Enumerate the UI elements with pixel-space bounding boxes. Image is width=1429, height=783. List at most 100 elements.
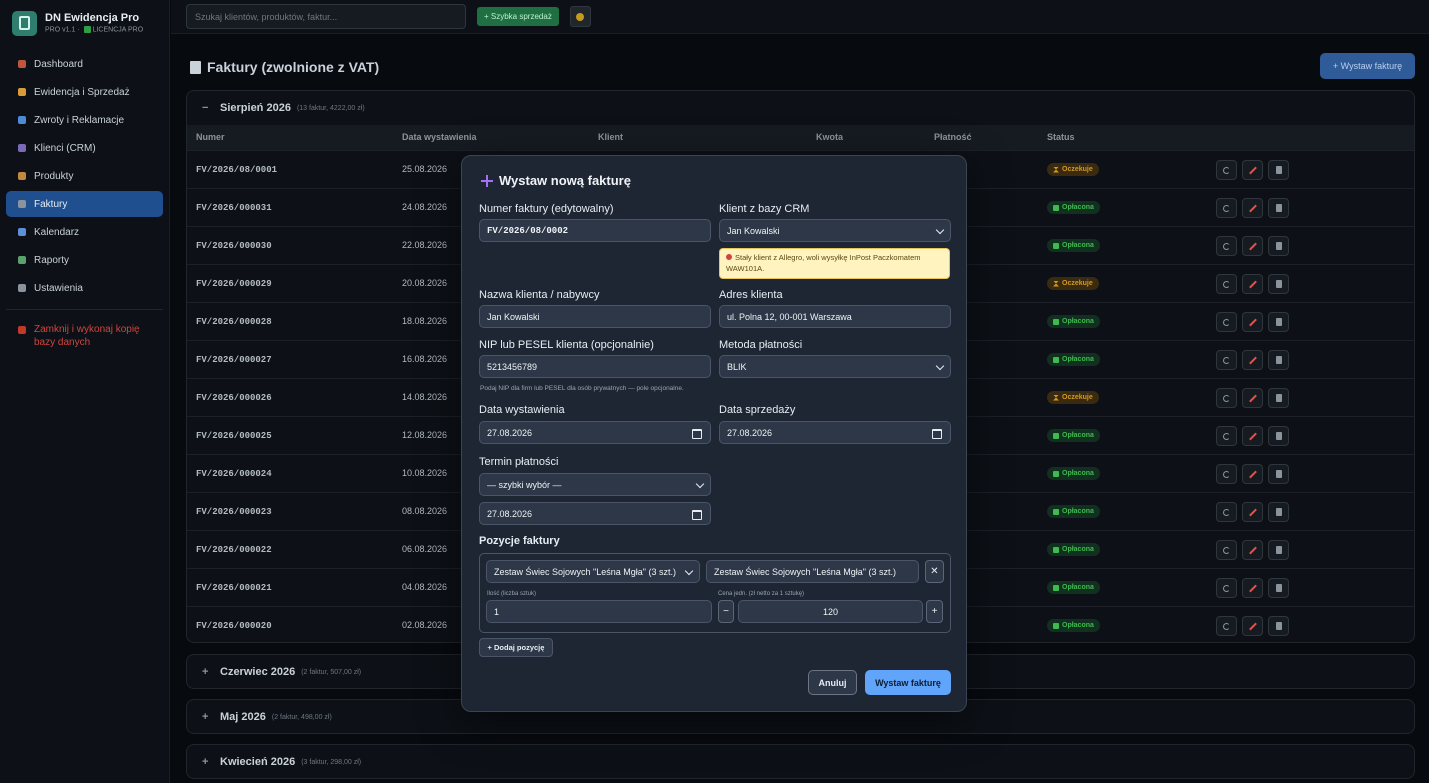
edit-button[interactable] (1242, 426, 1263, 446)
sync-button[interactable] (1216, 160, 1237, 180)
edit-button[interactable] (1242, 198, 1263, 218)
trash-icon (1275, 204, 1282, 212)
submit-invoice-button[interactable]: Wystaw fakturę (865, 670, 951, 695)
sync-button[interactable] (1216, 578, 1237, 598)
status-badge: Opłacona (1047, 581, 1100, 594)
delete-button[interactable] (1268, 274, 1289, 294)
trash-icon (1275, 394, 1282, 402)
table-header: Numer Data wystawienia Klient Kwota Płat… (187, 125, 1414, 150)
sync-button[interactable] (1216, 312, 1237, 332)
check-icon (1053, 622, 1059, 629)
status-badge: Oczekuje (1047, 391, 1099, 404)
edit-button[interactable] (1242, 616, 1263, 636)
item-name-input[interactable]: Zestaw Świec Sojowych "Leśna Mgła" (3 sz… (706, 560, 919, 583)
edit-button[interactable] (1242, 160, 1263, 180)
trash-icon (1275, 242, 1282, 250)
price-decrement-button[interactable]: − (718, 600, 734, 623)
sidebar-item-faktury[interactable]: Faktury (6, 191, 163, 217)
page-title: Faktury (zwolnione z VAT) (190, 59, 379, 75)
sale-date-input[interactable]: 27.08.2026 (719, 421, 951, 444)
group-header[interactable]: + Kwiecień 2026 (3 faktur, 298,00 zł) (187, 745, 1414, 779)
edit-button[interactable] (1242, 578, 1263, 598)
due-date-input[interactable]: 27.08.2026 (479, 502, 711, 525)
sync-button[interactable] (1216, 350, 1237, 370)
qty-input[interactable]: 1 (486, 600, 712, 623)
price-label: Cena jedn. (zł netto za 1 sztukę) (718, 591, 805, 597)
edit-button[interactable] (1242, 274, 1263, 294)
edit-button[interactable] (1242, 540, 1263, 560)
delete-button[interactable] (1268, 198, 1289, 218)
due-quick-select[interactable]: — szybki wybór — (479, 473, 711, 496)
sidebar-item-zwroty[interactable]: Zwroty i Reklamacje (6, 107, 163, 133)
sync-button[interactable] (1216, 502, 1237, 522)
status-badge: Opłacona (1047, 201, 1100, 214)
add-item-button[interactable]: + Dodaj pozycję (479, 638, 553, 657)
payment-method-label: Metoda płatności (719, 339, 803, 351)
status-badge: Opłacona (1047, 543, 1100, 556)
sidebar-item-kalendarz[interactable]: Kalendarz (6, 219, 163, 245)
check-icon (1053, 356, 1059, 363)
sync-button[interactable] (1216, 464, 1237, 484)
sync-button[interactable] (1216, 426, 1237, 446)
delete-button[interactable] (1268, 388, 1289, 408)
quick-sale-button[interactable]: + Szybka sprzedaż (477, 7, 559, 26)
check-icon (1053, 242, 1059, 249)
invoice-date: 22.08.2026 (402, 240, 448, 250)
delete-button[interactable] (1268, 578, 1289, 598)
edit-button[interactable] (1242, 350, 1263, 370)
edit-button[interactable] (1242, 464, 1263, 484)
sync-icon (1223, 204, 1230, 212)
price-increment-button[interactable]: + (926, 600, 943, 623)
sync-button[interactable] (1216, 274, 1237, 294)
price-input[interactable]: 120 (738, 600, 923, 623)
delete-button[interactable] (1268, 236, 1289, 256)
sync-button[interactable] (1216, 540, 1237, 560)
sync-icon (1223, 508, 1230, 516)
invoice-number: FV/2026/000029 (196, 279, 272, 289)
client-name-input[interactable]: Jan Kowalski (479, 305, 711, 328)
pencil-icon (1248, 546, 1257, 554)
client-address-input[interactable]: ul. Polna 12, 00-001 Warszawa (719, 305, 951, 328)
product-select[interactable]: Zestaw Świec Sojowych "Leśna Mgła" (3 sz… (486, 560, 700, 583)
delete-button[interactable] (1268, 502, 1289, 522)
delete-button[interactable] (1268, 540, 1289, 560)
issue-invoice-button[interactable]: + Wystaw fakturę (1320, 53, 1415, 79)
sidebar-item-klienci[interactable]: Klienci (CRM) (6, 135, 163, 161)
sidebar-item-produkty[interactable]: Produkty (6, 163, 163, 189)
plus-icon (481, 174, 493, 187)
delete-button[interactable] (1268, 464, 1289, 484)
due-label: Termin płatności (479, 456, 559, 468)
sidebar-item-dashboard[interactable]: Dashboard (6, 51, 163, 77)
remove-item-button[interactable]: ✕ (925, 560, 944, 583)
edit-button[interactable] (1242, 502, 1263, 522)
group-header[interactable]: − Sierpień 2026 (13 faktur, 4222,00 zł) (187, 91, 1414, 125)
cancel-button[interactable]: Anuluj (808, 670, 857, 695)
delete-button[interactable] (1268, 350, 1289, 370)
delete-button[interactable] (1268, 616, 1289, 636)
search-input[interactable] (186, 4, 466, 29)
sync-button[interactable] (1216, 388, 1237, 408)
trash-icon (1275, 432, 1282, 440)
hourglass-icon (1053, 166, 1059, 173)
sync-button[interactable] (1216, 616, 1237, 636)
nip-input[interactable]: 5213456789 (479, 355, 711, 378)
close-backup-button[interactable]: Zamknij i wykonaj kopię bazy danych (0, 318, 169, 355)
sync-button[interactable] (1216, 236, 1237, 256)
theme-toggle-button[interactable] (569, 6, 591, 27)
sidebar-item-ewidencja[interactable]: Ewidencja i Sprzedaż (6, 79, 163, 105)
sync-button[interactable] (1216, 198, 1237, 218)
delete-button[interactable] (1268, 312, 1289, 332)
crm-client-select[interactable]: Jan Kowalski (719, 219, 951, 242)
sidebar-item-label: Raporty (34, 254, 70, 266)
edit-button[interactable] (1242, 312, 1263, 332)
check-icon (1053, 584, 1059, 591)
issue-date-input[interactable]: 27.08.2026 (479, 421, 711, 444)
edit-button[interactable] (1242, 236, 1263, 256)
delete-button[interactable] (1268, 160, 1289, 180)
sidebar-item-raporty[interactable]: Raporty (6, 247, 163, 273)
edit-button[interactable] (1242, 388, 1263, 408)
invoice-number-input[interactable]: FV/2026/08/0002 (479, 219, 711, 242)
sidebar-item-ustawienia[interactable]: Ustawienia (6, 275, 163, 301)
payment-method-select[interactable]: BLIK (719, 355, 951, 378)
delete-button[interactable] (1268, 426, 1289, 446)
